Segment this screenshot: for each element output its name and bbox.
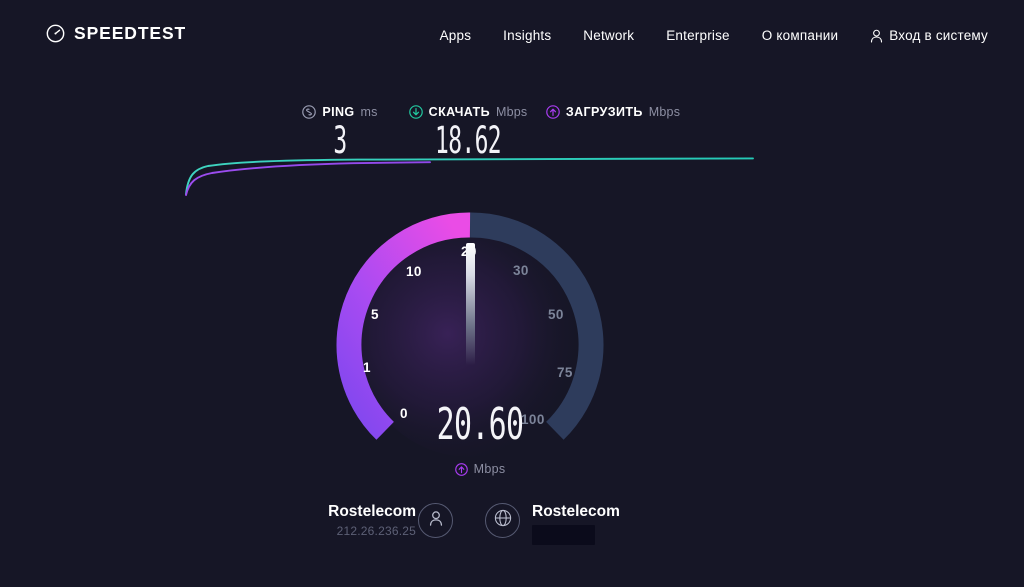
- gauge-needle: [466, 243, 475, 365]
- nav-item-network[interactable]: Network: [567, 28, 650, 43]
- metric-download-label: СКАЧАТЬ: [428, 105, 490, 119]
- gauge-tick-30: 30: [513, 263, 529, 278]
- download-trace: [185, 157, 754, 195]
- metric-upload-label: ЗАГРУЗИТЬ: [565, 105, 643, 119]
- client-ip-address: 212.26.236.25: [336, 524, 416, 539]
- globe-icon: [494, 509, 512, 532]
- ping-icon: [302, 105, 317, 119]
- server-info: Rostelecom: [532, 502, 620, 546]
- metric-upload: ЗАГРУЗИТЬ Mbps: [528, 103, 698, 122]
- gauge-tick-75: 75: [557, 365, 573, 380]
- site-header: SPEEDTEST Apps Insights Network Enterpri…: [0, 0, 1024, 72]
- speedtest-page: SPEEDTEST Apps Insights Network Enterpri…: [0, 0, 1024, 587]
- change-client-button[interactable]: [418, 503, 453, 538]
- server-location-redacted: [532, 525, 595, 546]
- gauge-tick-50: 50: [548, 307, 564, 322]
- person-icon: [428, 510, 444, 532]
- metric-ping-unit: ms: [360, 105, 378, 119]
- server-isp-name: Rostelecom: [532, 503, 620, 520]
- gauge-value: 20.60: [436, 399, 524, 450]
- main-navigation: Apps Insights Network Enterprise О компа…: [424, 28, 988, 43]
- gauge-unit-row: Mbps: [320, 462, 640, 476]
- speed-history-chart: [178, 152, 758, 205]
- metric-ping-label: PING: [322, 105, 355, 119]
- connection-info: Rostelecom 212.26.236.25 Rostelecom: [0, 498, 1024, 558]
- metric-upload-unit: Mbps: [648, 105, 681, 119]
- client-isp-name: Rostelecom: [328, 503, 416, 520]
- gauge-unit-label: Mbps: [473, 462, 506, 476]
- speed-gauge: 0 1 5 10 20 30 50 75 100 20.60 Mbps: [320, 200, 640, 476]
- change-server-button[interactable]: [485, 503, 520, 538]
- nav-item-about[interactable]: О компании: [746, 28, 854, 43]
- nav-item-enterprise[interactable]: Enterprise: [650, 28, 746, 43]
- person-icon: [870, 29, 883, 43]
- upload-icon: [546, 105, 560, 119]
- nav-item-apps[interactable]: Apps: [424, 28, 488, 43]
- metric-download-unit: Mbps: [495, 105, 528, 119]
- gauge-tick-10: 10: [406, 264, 422, 279]
- speedometer-icon: [46, 24, 65, 43]
- upload-trace: [185, 161, 431, 196]
- login-label: Вход в систему: [889, 28, 988, 43]
- logo-text: SPEEDTEST: [74, 22, 187, 43]
- login-button[interactable]: Вход в систему: [854, 28, 988, 43]
- download-icon: [408, 105, 423, 119]
- gauge-tick-5: 5: [371, 307, 379, 322]
- nav-item-insights[interactable]: Insights: [487, 28, 567, 43]
- upload-icon: [454, 462, 468, 476]
- client-info: Rostelecom 212.26.236.25: [318, 502, 416, 538]
- gauge-tick-1: 1: [363, 360, 371, 375]
- speedtest-logo[interactable]: SPEEDTEST: [46, 24, 186, 43]
